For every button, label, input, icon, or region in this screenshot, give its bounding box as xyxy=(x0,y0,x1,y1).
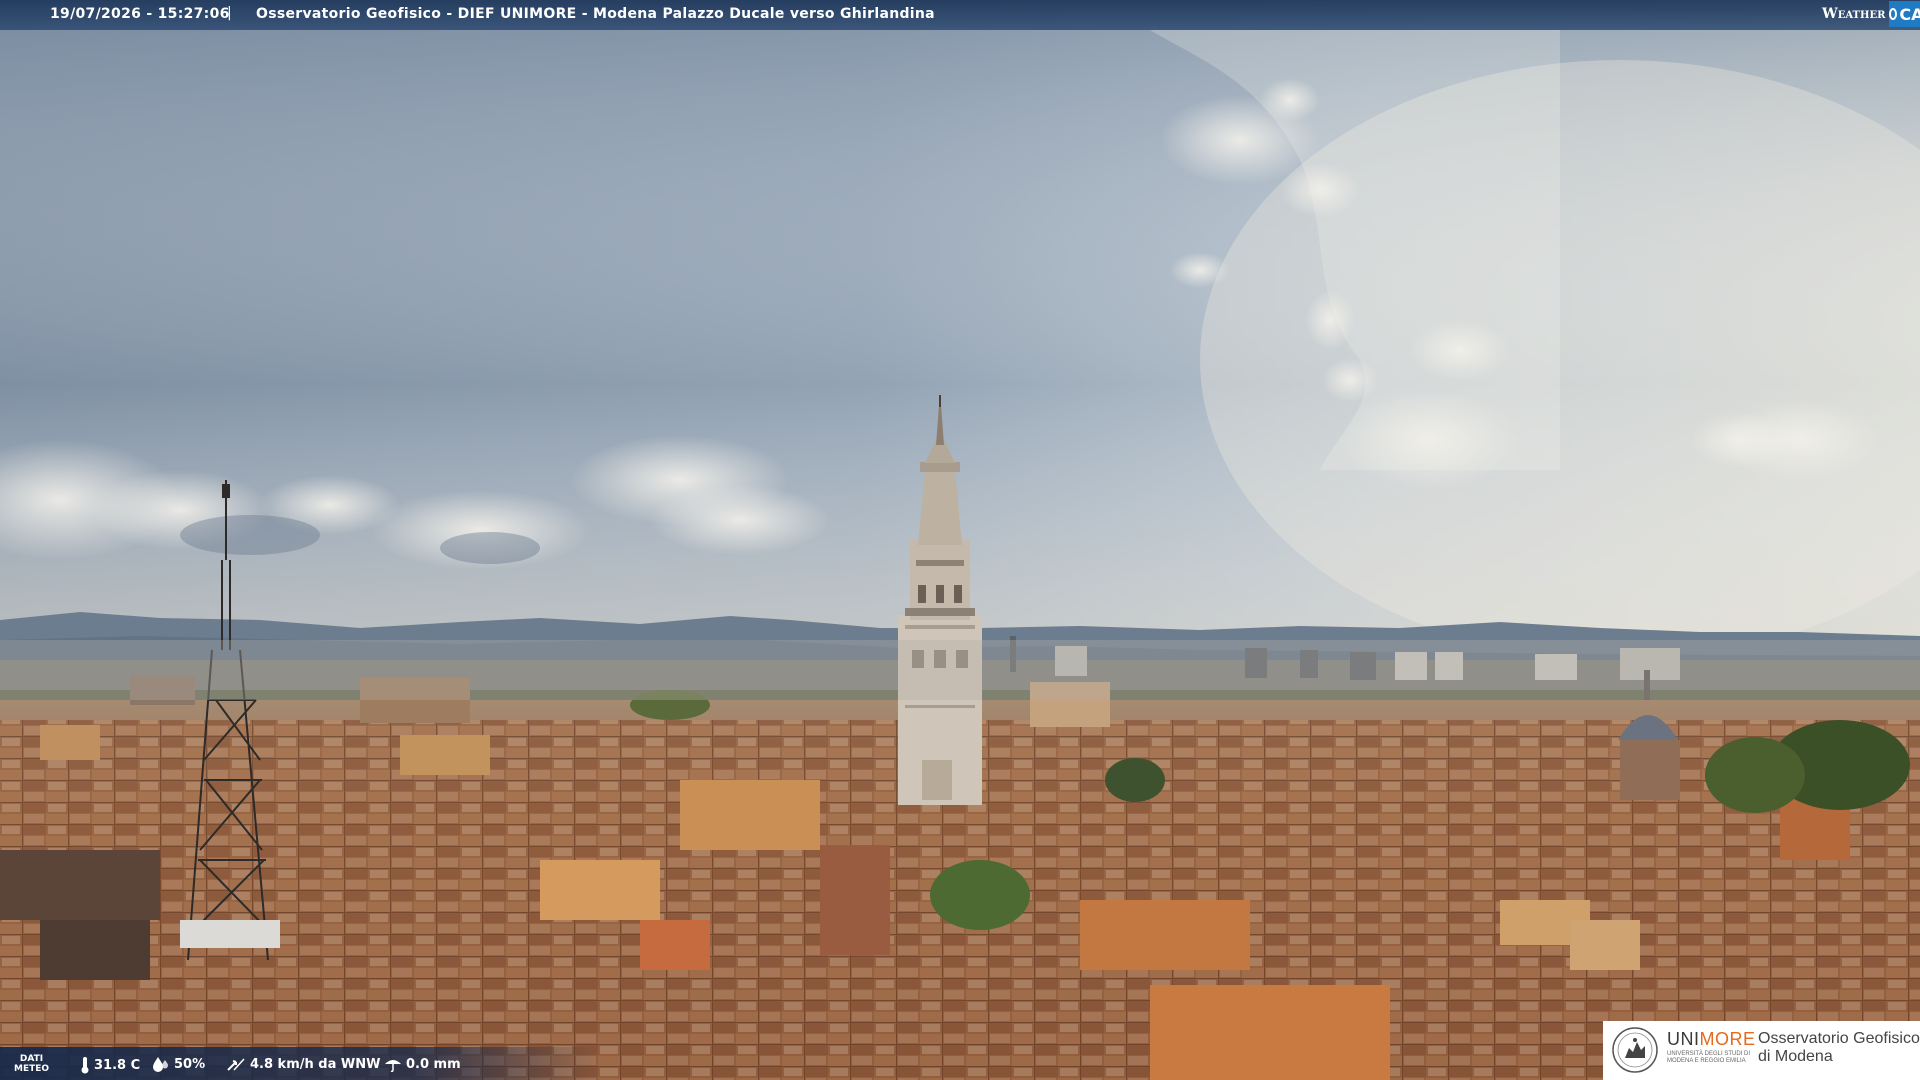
weathercam-logo-cam: CAM xyxy=(1889,1,1920,27)
camera-lens-icon xyxy=(1889,8,1898,20)
observatory-name-line1: Osservatorio Geofisico xyxy=(1758,1030,1920,1047)
humidity-value: 50% xyxy=(174,1056,206,1072)
webcam-title: Osservatorio Geofisico - DIEF UNIMORE - … xyxy=(256,6,935,22)
observatory-name: Osservatorio Geofisico di Modena xyxy=(1758,1030,1920,1066)
temperature-value: 31.8 C xyxy=(94,1057,141,1073)
rain-icon xyxy=(385,1060,401,1072)
unimore-wordmark-uni: UNI xyxy=(1667,1029,1700,1049)
capture-timestamp: 19/07/2026 - 15:27:06 xyxy=(50,6,230,22)
webcam-frame: 19/07/2026 - 15:27:06 | Osservatorio Geo… xyxy=(0,0,1920,1080)
meteo-data-bar: DATI METEO 31.8 C 50% 4.8 km/h da WNW 0.… xyxy=(0,1047,600,1080)
rain-readout: 0.0 mm xyxy=(384,1056,461,1072)
university-seal-icon xyxy=(1612,1027,1658,1073)
webcam-header-bar: 19/07/2026 - 15:27:06 | Osservatorio Geo… xyxy=(0,0,1920,30)
wind-value: 4.8 km/h da WNW xyxy=(250,1056,381,1072)
meteo-label-line1: DATI xyxy=(19,1054,44,1064)
observatory-name-line2: di Modena xyxy=(1758,1048,1833,1065)
wind-readout: 4.8 km/h da WNW xyxy=(226,1056,380,1072)
humidity-readout: 50% xyxy=(152,1056,205,1072)
thermometer-icon xyxy=(81,1057,89,1074)
weathercam-logo-cam-text: CAM xyxy=(1899,4,1920,24)
unimore-wordmark: UNIMORE xyxy=(1667,1029,1756,1050)
meteo-data-label: DATI METEO xyxy=(14,1054,49,1074)
unimore-logo-box: UNIMORE UNIVERSITÀ DEGLI STUDI DI MODENA… xyxy=(1603,1021,1920,1080)
header-separator: | xyxy=(227,5,232,21)
meteo-label-line2: METEO xyxy=(14,1064,50,1074)
wind-icon xyxy=(227,1058,245,1071)
weathercam-logo-weather: Weather xyxy=(1822,6,1886,22)
humidity-icon xyxy=(153,1057,168,1072)
weathercam-logo: Weather CAM xyxy=(1818,0,1920,28)
temperature-readout: 31.8 C xyxy=(80,1056,140,1074)
unimore-wordmark-more: MORE xyxy=(1699,1029,1756,1049)
rain-value: 0.0 mm xyxy=(406,1056,461,1072)
webcam-photo xyxy=(0,0,1920,1080)
unimore-subtitle: UNIVERSITÀ DEGLI STUDI DI MODENA E REGGI… xyxy=(1667,1051,1751,1064)
